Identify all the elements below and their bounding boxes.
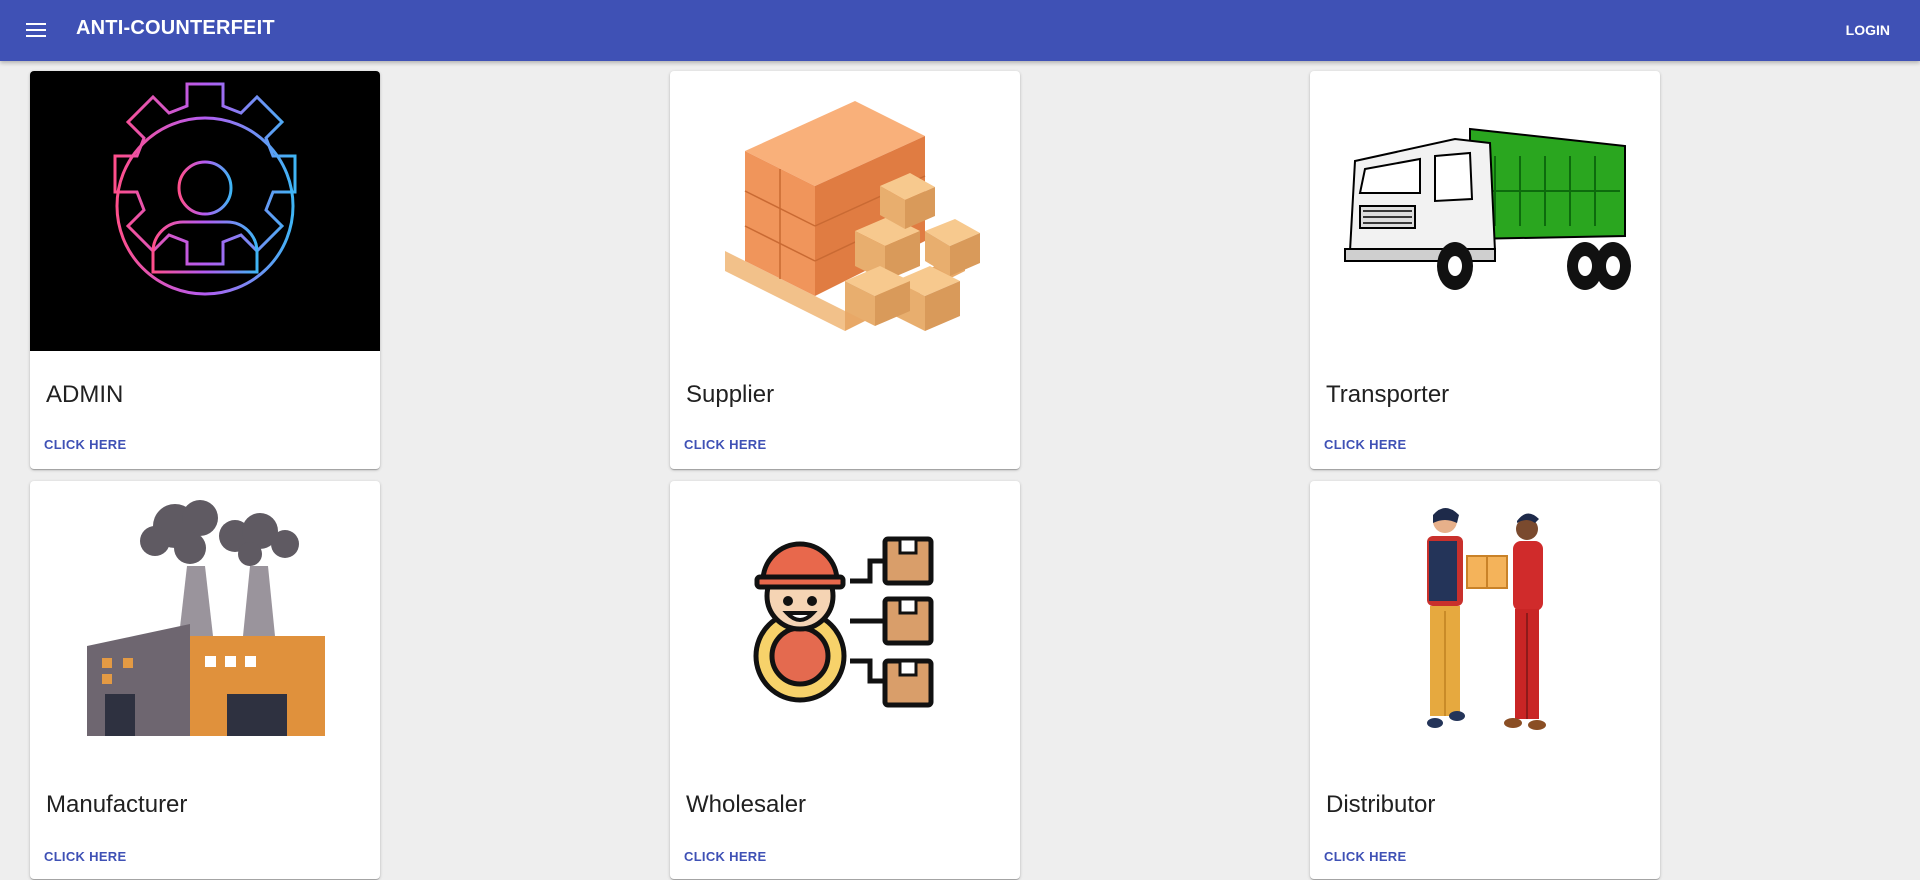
menu-button[interactable]: [20, 14, 52, 46]
admin-gear-icon: [30, 71, 380, 351]
card-distributor: Distributor CLICK HERE: [1310, 481, 1660, 879]
card-wholesaler: Wholesaler CLICK HERE: [670, 481, 1020, 879]
hamburger-menu-icon: [26, 23, 46, 37]
card-title: Transporter: [1326, 381, 1450, 408]
card-title: Distributor: [1326, 791, 1436, 818]
factory-illustration: [30, 481, 380, 761]
worker-boxes-icon: [670, 481, 1020, 761]
handover-illustration: [1310, 481, 1660, 761]
app-title: ANTI-COUNTERFEIT: [76, 17, 275, 39]
card-title: Supplier: [686, 381, 775, 408]
click-here-button[interactable]: CLICK HERE: [1316, 845, 1414, 868]
card-manufacturer: Manufacturer CLICK HERE: [30, 481, 380, 879]
card-title: ADMIN: [46, 381, 124, 408]
card-transporter: Transporter CLICK HERE: [1310, 71, 1660, 469]
app-bar: ANTI-COUNTERFEIT LOGIN: [0, 0, 1920, 61]
dump-truck-illustration: [1310, 71, 1660, 351]
card-title: Wholesaler: [686, 791, 807, 818]
click-here-button[interactable]: CLICK HERE: [676, 845, 774, 868]
card-admin: ADMIN CLICK HERE: [30, 71, 380, 469]
click-here-button[interactable]: CLICK HERE: [676, 433, 774, 456]
click-here-button[interactable]: CLICK HERE: [36, 433, 134, 456]
card-supplier: Supplier CLICK HERE: [670, 71, 1020, 469]
card-title: Manufacturer: [46, 791, 188, 818]
click-here-button[interactable]: CLICK HERE: [36, 845, 134, 868]
click-here-button[interactable]: CLICK HERE: [1316, 433, 1414, 456]
login-button[interactable]: LOGIN: [1836, 14, 1900, 46]
boxes-pallet-illustration: [670, 71, 1020, 351]
